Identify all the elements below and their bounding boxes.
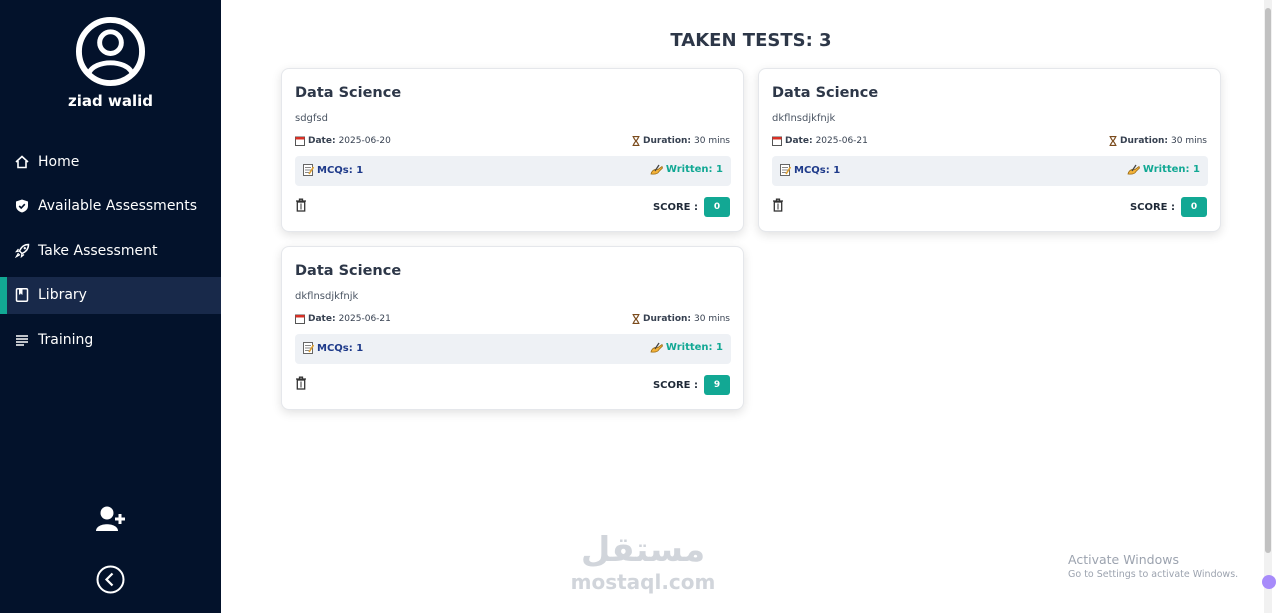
date-label: Date: — [308, 136, 336, 146]
score: SCORE : 9 — [653, 375, 730, 395]
add-user-icon[interactable] — [96, 505, 126, 533]
score-badge: 0 — [704, 197, 730, 217]
trash-icon[interactable] — [772, 198, 784, 212]
test-card: Data Science dkflnsdjkfnjk Date: 2025-06… — [758, 68, 1221, 232]
memo-icon — [303, 342, 314, 354]
collapse-back-icon[interactable] — [96, 565, 125, 594]
trash-icon[interactable] — [295, 376, 307, 390]
sidebar-item-label: Home — [38, 153, 80, 170]
memo-icon — [303, 164, 314, 176]
score-badge: 9 — [704, 375, 730, 395]
card-description: dkflnsdjkfnjk — [295, 291, 359, 302]
writing-hand-icon — [650, 342, 663, 353]
date-label: Date: — [308, 314, 336, 324]
sidebar-item-library[interactable]: Library — [0, 276, 221, 314]
memo-icon — [780, 164, 791, 176]
card-duration: Duration: 30 mins — [632, 136, 730, 146]
score: SCORE : 0 — [1130, 197, 1207, 217]
mcq-label: MCQs: 1 — [794, 164, 841, 176]
mcq-label: MCQs: 1 — [317, 164, 364, 176]
written-label: Written: 1 — [665, 342, 723, 353]
test-card: Data Science dkflnsdjkfnjk Date: 2025-06… — [281, 246, 744, 410]
score-label: SCORE : — [652, 379, 698, 391]
page-title: TAKEN TESTS: 3 — [670, 30, 832, 51]
question-summary: MCQs: 1 Written: 1 — [772, 156, 1208, 186]
card-title: Data Science — [295, 263, 402, 279]
duration-value: 30 mins — [694, 136, 730, 146]
date-value: 2025-06-21 — [338, 314, 391, 324]
written-count: Written: 1 — [650, 342, 723, 353]
test-card: Data Science sdgfsd Date: 2025-06-20 Dur… — [281, 68, 744, 232]
duration-value: 30 mins — [694, 314, 730, 324]
sidebar-item-label: Library — [38, 287, 87, 303]
rocket-icon — [14, 243, 30, 259]
written-count: Written: 1 — [650, 164, 723, 175]
calendar-icon — [295, 314, 305, 324]
mcq-count: MCQs: 1 — [303, 342, 363, 354]
calendar-icon — [295, 136, 305, 146]
list-lines-icon — [14, 332, 30, 348]
question-summary: MCQs: 1 Written: 1 — [295, 334, 731, 364]
watermark-arabic: مستقل — [580, 530, 706, 570]
mcq-count: MCQs: 1 — [780, 164, 840, 176]
sidebar: ziad walid Home Available Assessments Ta… — [0, 0, 221, 613]
sidebar-item-label: Training — [38, 331, 94, 348]
watermark: مستقل mostaql.com — [563, 530, 723, 594]
written-label: Written: 1 — [1142, 164, 1200, 175]
tray-app-icon[interactable] — [1262, 575, 1276, 589]
duration-value: 30 mins — [1171, 136, 1207, 146]
card-duration: Duration: 30 mins — [1109, 136, 1207, 146]
mcq-count: MCQs: 1 — [303, 164, 363, 176]
windows-activation-notice: Activate Windows Go to Settings to activ… — [1068, 552, 1238, 580]
card-date: Date: 2025-06-21 — [772, 136, 868, 146]
question-summary: MCQs: 1 Written: 1 — [295, 156, 731, 186]
date-label: Date: — [785, 136, 813, 146]
user-name: ziad walid — [68, 92, 153, 110]
card-description: dkflnsdjkfnjk — [772, 113, 836, 124]
written-label: Written: 1 — [665, 164, 723, 175]
sidebar-item-label: Available Assessments — [38, 198, 198, 214]
user-avatar-icon — [75, 16, 146, 87]
duration-label: Duration: — [643, 136, 692, 146]
watermark-latin: mostaql.com — [570, 570, 716, 594]
date-value: 2025-06-20 — [338, 136, 391, 146]
score: SCORE : 0 — [653, 197, 730, 217]
trash-icon[interactable] — [295, 198, 307, 212]
hourglass-icon — [632, 314, 640, 324]
book-icon — [14, 287, 30, 303]
card-date: Date: 2025-06-20 — [295, 136, 391, 146]
date-value: 2025-06-21 — [815, 136, 868, 146]
page-scrollbar[interactable] — [1264, 0, 1272, 613]
written-count: Written: 1 — [1127, 164, 1200, 175]
card-duration: Duration: 30 mins — [632, 314, 730, 324]
mcq-label: MCQs: 1 — [317, 342, 364, 354]
card-title: Data Science — [295, 85, 402, 101]
activation-title: Activate Windows — [1068, 552, 1179, 567]
card-title: Data Science — [772, 85, 879, 101]
home-icon — [14, 154, 30, 170]
duration-label: Duration: — [1120, 136, 1169, 146]
card-date: Date: 2025-06-21 — [295, 314, 391, 324]
writing-hand-icon — [1127, 164, 1140, 175]
score-badge: 0 — [1181, 197, 1207, 217]
sidebar-item-home[interactable]: Home — [0, 143, 221, 180]
score-label: SCORE : — [1129, 201, 1175, 213]
card-description: sdgfsd — [295, 113, 328, 124]
sidebar-nav: Home Available Assessments Take Assessme… — [0, 143, 221, 366]
writing-hand-icon — [650, 164, 663, 175]
sidebar-item-available-assessments[interactable]: Available Assessments — [0, 188, 221, 225]
hourglass-icon — [1109, 136, 1117, 146]
calendar-icon — [772, 136, 782, 146]
hourglass-icon — [632, 136, 640, 146]
activation-subtitle: Go to Settings to activate Windows. — [1068, 569, 1239, 580]
scrollbar-thumb[interactable] — [1265, 8, 1271, 553]
duration-label: Duration: — [643, 314, 692, 324]
sidebar-item-label: Take Assessment — [38, 242, 158, 259]
score-label: SCORE : — [652, 201, 698, 213]
shield-check-icon — [14, 198, 30, 214]
sidebar-item-take-assessment[interactable]: Take Assessment — [0, 232, 221, 269]
sidebar-item-training[interactable]: Training — [0, 321, 221, 358]
